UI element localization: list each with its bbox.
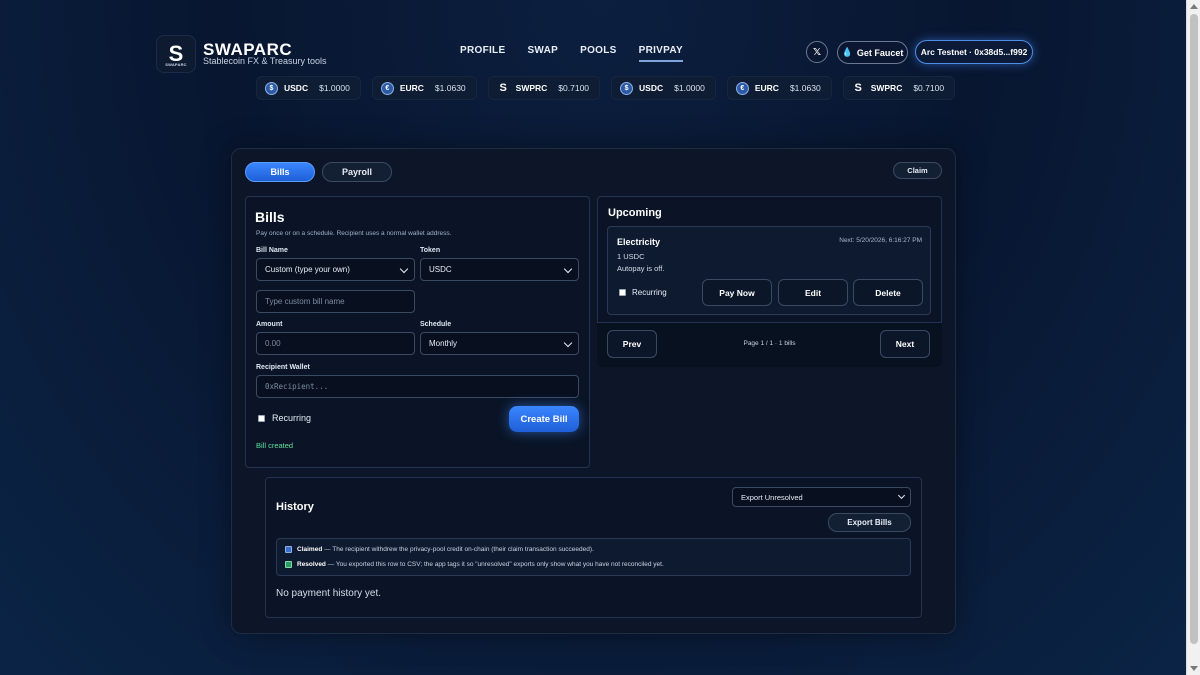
- nav-profile[interactable]: PROFILE: [460, 45, 505, 62]
- droplet-icon: 💧: [841, 47, 853, 57]
- history-filter-select[interactable]: Export Unresolved: [732, 487, 911, 507]
- ticker-item: $ USDC $1.0000: [256, 76, 361, 100]
- brand-subtitle: Stablecoin FX & Treasury tools: [203, 56, 327, 66]
- brand-logo[interactable]: S SWAPARC: [156, 35, 196, 73]
- claimed-swatch-icon: [285, 546, 292, 553]
- bill-recurring-label: Recurring: [632, 288, 667, 297]
- bills-title: Bills: [255, 209, 285, 225]
- schedule-select[interactable]: Monthly: [420, 332, 579, 355]
- status-message: Bill created: [256, 441, 294, 450]
- token-label: Token: [420, 247, 441, 254]
- swprc-coin-icon: S: [854, 82, 862, 94]
- legend-text: — The recipient withdrew the privacy-poo…: [322, 546, 594, 553]
- scrollbar-thumb[interactable]: [1190, 14, 1198, 644]
- wallet-button[interactable]: Arc Testnet · 0x38d5...f992: [915, 40, 1033, 64]
- get-faucet-button[interactable]: 💧 Get Faucet: [837, 41, 908, 64]
- ticker-symbol: SWPRC: [870, 83, 903, 93]
- history-filter-value: Export Unresolved: [741, 492, 803, 502]
- token-select[interactable]: USDC: [420, 258, 579, 281]
- amount-input[interactable]: 0.00: [256, 332, 415, 355]
- tab-payroll[interactable]: Payroll: [322, 162, 392, 182]
- next-button[interactable]: Next: [880, 330, 930, 358]
- schedule-value: Monthly: [429, 339, 458, 348]
- nav-privpay[interactable]: PRIVPAY: [638, 45, 683, 62]
- pay-now-button[interactable]: Pay Now: [702, 279, 772, 306]
- recipient-label: Recipient Wallet: [256, 364, 310, 371]
- ticker-price: $0.7100: [558, 83, 590, 93]
- chevron-down-icon: [563, 338, 573, 348]
- delete-button[interactable]: Delete: [853, 279, 923, 306]
- bill-name-select[interactable]: Custom (type your own): [256, 258, 415, 281]
- bill-autopay-status: Autopay is off.: [617, 264, 665, 273]
- ticker-item: $ USDC $1.0000: [611, 76, 716, 100]
- ticker-symbol: USDC: [284, 83, 309, 93]
- chevron-down-icon: [399, 264, 409, 274]
- recipient-wallet-input[interactable]: 0xRecipient...: [256, 375, 579, 398]
- page-scrollbar[interactable]: [1186, 0, 1200, 675]
- upcoming-title: Upcoming: [608, 207, 662, 219]
- bills-description: Pay once or on a schedule. Recipient use…: [256, 230, 452, 237]
- recurring-checkbox[interactable]: [258, 415, 265, 422]
- resolved-swatch-icon: [285, 561, 292, 568]
- legend-term: Claimed: [297, 546, 323, 553]
- scroll-up-icon[interactable]: [1190, 4, 1198, 9]
- ticker-price: $1.0000: [674, 83, 705, 93]
- recurring-label: Recurring: [272, 413, 312, 423]
- chevron-down-icon: [897, 491, 906, 500]
- ticker-symbol: EURC: [754, 83, 779, 93]
- legend-claimed: Claimed — The recipient withdrew the pri…: [285, 546, 594, 553]
- usdc-coin-icon: $: [620, 81, 634, 95]
- scroll-down-icon[interactable]: [1190, 666, 1198, 671]
- logo-mini-text: SWAPARC: [165, 62, 187, 67]
- history-title: History: [276, 501, 314, 513]
- status-legend: Claimed — The recipient withdrew the pri…: [276, 538, 911, 576]
- create-bill-button[interactable]: Create Bill: [509, 406, 579, 432]
- nav-pools[interactable]: POOLS: [580, 45, 617, 62]
- ticker-item: € EURC $1.0630: [371, 76, 477, 100]
- bill-recurring-checkbox[interactable]: [619, 289, 626, 296]
- tab-bills[interactable]: Bills: [245, 162, 315, 182]
- get-faucet-label: Get Faucet: [856, 47, 904, 58]
- legend-text: — You exported this row to CSV; the app …: [325, 561, 664, 568]
- bill-name-value: Custom (type your own): [265, 265, 350, 274]
- ticker-item: S SWPRC $0.7100: [487, 76, 601, 100]
- bill-next-date: Next: 5/20/2026, 6:16:27 PM: [839, 237, 922, 244]
- ticker-symbol: USDC: [639, 83, 664, 93]
- ticker-price: $1.0630: [434, 83, 466, 93]
- swprc-coin-icon: S: [499, 82, 507, 94]
- export-bills-button[interactable]: Export Bills: [828, 513, 911, 532]
- custom-bill-name-input[interactable]: Type custom bill name: [256, 290, 415, 313]
- list-item: Electricity Next: 5/20/2026, 6:16:27 PM …: [607, 226, 931, 315]
- ticker-price: $1.0630: [789, 83, 821, 93]
- bill-name-label: Bill Name: [256, 247, 288, 254]
- history-empty-message: No payment history yet.: [276, 588, 382, 599]
- edit-button[interactable]: Edit: [778, 279, 848, 306]
- ticker-symbol: SWPRC: [515, 83, 548, 93]
- claim-button[interactable]: Claim: [893, 162, 942, 179]
- eurc-coin-icon: €: [380, 81, 394, 95]
- ticker-symbol: EURC: [399, 83, 424, 93]
- eurc-coin-icon: €: [735, 81, 749, 95]
- ticker-item: S SWPRC $0.7100: [842, 76, 956, 100]
- schedule-label: Schedule: [420, 321, 452, 328]
- bill-name: Electricity: [617, 237, 661, 247]
- pagination: Prev Page 1 / 1 · 1 bills Next: [597, 322, 942, 367]
- bill-amount: 1 USDC: [617, 252, 645, 261]
- ticker-price: $1.0000: [319, 83, 350, 93]
- chevron-down-icon: [563, 264, 573, 274]
- token-value: USDC: [429, 265, 452, 274]
- usdc-coin-icon: $: [265, 81, 278, 95]
- x-social-button[interactable]: 𝕏: [806, 41, 828, 63]
- ticker-price: $0.7100: [913, 83, 945, 93]
- amount-label: Amount: [256, 321, 283, 328]
- legend-term: Resolved: [297, 561, 326, 568]
- nav-swap[interactable]: SWAP: [527, 45, 558, 62]
- price-ticker: $ USDC $1.0000 € EURC $1.0630 S SWPRC $0…: [256, 76, 956, 100]
- legend-resolved: Resolved — You exported this row to CSV;…: [285, 561, 664, 568]
- ticker-item: € EURC $1.0630: [726, 76, 832, 100]
- main-nav: PROFILE SWAP POOLS PRIVPAY: [460, 45, 705, 62]
- x-logo-icon: 𝕏: [812, 46, 822, 58]
